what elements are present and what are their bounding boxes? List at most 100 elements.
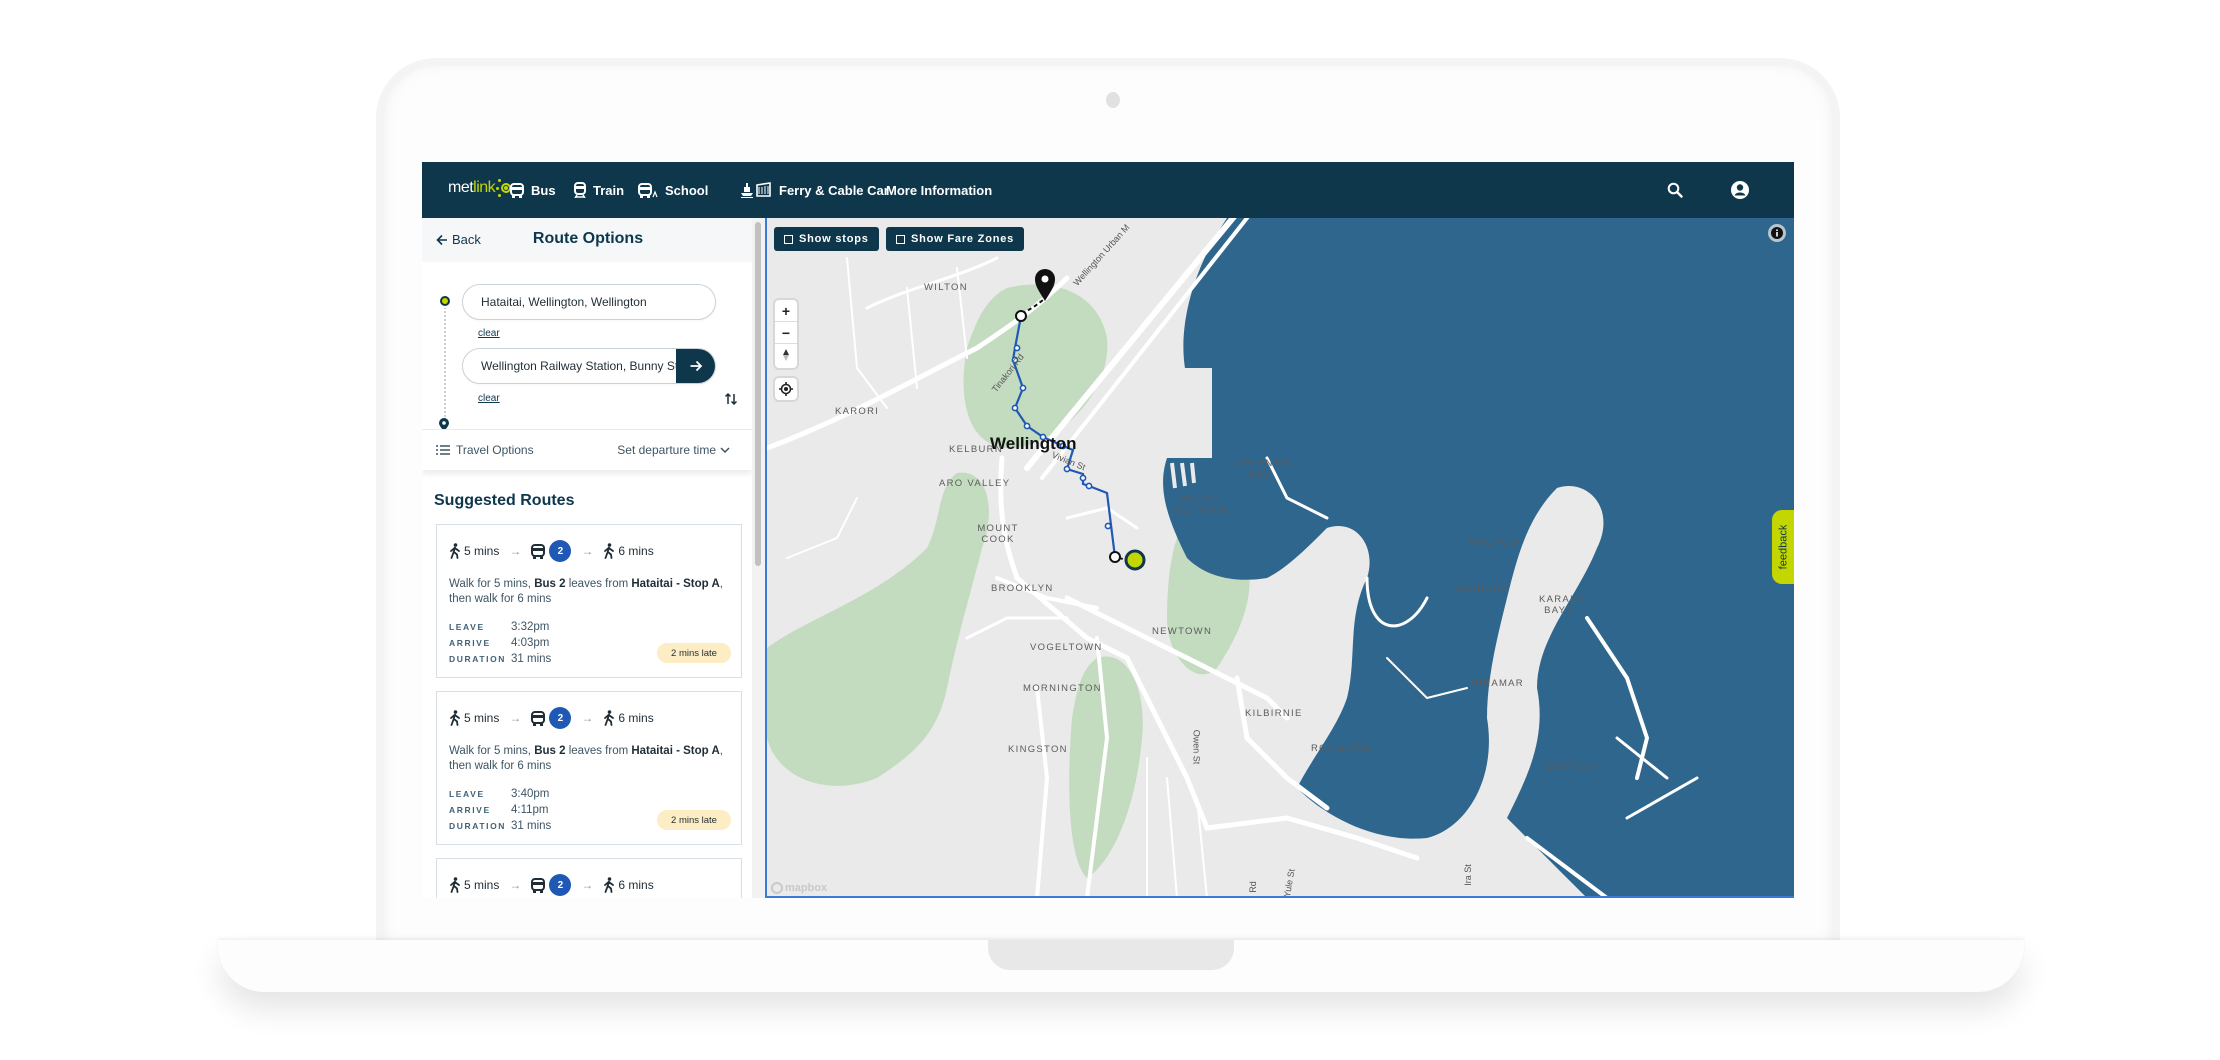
bus-stop-marker <box>1019 384 1027 392</box>
route-card[interactable]: 5 mins → 2 → 6 mins <box>436 858 742 898</box>
route-connector-line <box>444 304 446 420</box>
attribution-info-button[interactable] <box>1768 224 1786 242</box>
departure-label: Set departure time <box>617 443 716 457</box>
suburb-label: KILBIRNIE <box>1245 708 1303 719</box>
set-departure-time-dropdown[interactable]: Set departure time <box>617 443 730 457</box>
leave-time: 3:40pm <box>511 788 550 800</box>
nav-more-information[interactable]: More Information <box>886 180 992 200</box>
suburb-label: KARAKA BAYS <box>1539 594 1586 616</box>
locate-icon <box>779 382 793 396</box>
suburb-label: MOUNT COOK <box>977 523 1019 545</box>
bus-icon <box>531 710 546 726</box>
duration-label: DURATION <box>449 821 507 831</box>
clear-destination-link[interactable]: clear <box>478 393 500 404</box>
nav-bus[interactable]: Bus <box>510 180 556 200</box>
bus-stop-marker <box>1104 522 1112 530</box>
info-icon <box>1771 227 1783 239</box>
search-button[interactable] <box>1663 178 1687 202</box>
travel-options-button[interactable]: Travel Options <box>436 443 534 457</box>
suburb-label: BROOKLYN <box>991 583 1054 594</box>
bus-stop-marker <box>1011 404 1019 412</box>
route-description: Walk for 5 mins, Bus 2 leaves from Hatai… <box>449 578 723 605</box>
arrow-right-icon: → <box>581 544 594 558</box>
bus-route-badge: 2 <box>549 707 572 729</box>
suburb-label: MOUNT VICTORIA <box>1173 494 1229 516</box>
geolocate-button[interactable] <box>775 378 797 400</box>
route-times: LEAVE 3:40pm ARRIVE 4:11pm DURATION 31 mins <box>449 786 551 834</box>
wharf <box>1167 368 1212 458</box>
nav-train[interactable]: Train <box>574 180 624 200</box>
train-icon <box>574 182 586 198</box>
logo-text-suffix: link <box>473 179 496 196</box>
ferry-cable-car-icon <box>741 182 771 198</box>
map[interactable]: Wellington WILTON KARORI KELBURN ORIENTA… <box>765 218 1794 898</box>
bus-stop-marker <box>1013 344 1021 352</box>
checkbox-icon <box>784 234 793 244</box>
route-options-panel: Back Route Options Hataitai, Wellington,… <box>422 218 752 898</box>
origin-input[interactable]: Hataitai, Wellington, Wellington <box>462 284 716 320</box>
route-legs: 5 mins → 2 → 6 mins <box>449 706 654 730</box>
destination-input-value: Wellington Railway Station, Bunny St, <box>481 359 682 373</box>
metlink-logo[interactable]: met link <box>448 179 514 197</box>
suburb-label: KINGSTON <box>1008 744 1068 755</box>
travel-options-bar: Travel Options Set departure time <box>422 430 752 470</box>
leave-label: LEAVE <box>449 789 485 799</box>
bus-route-badge: 2 <box>549 874 572 896</box>
panel-scrollbar[interactable] <box>752 218 765 898</box>
destination-input[interactable]: Wellington Railway Station, Bunny St, <box>462 348 716 384</box>
walk-duration: 5 mins <box>464 711 500 725</box>
walk-icon <box>604 877 615 893</box>
map-canvas <box>767 218 1794 896</box>
leave-label: LEAVE <box>449 622 485 632</box>
zoom-in-button[interactable]: + <box>775 300 797 322</box>
walk-duration: 6 mins <box>618 711 654 725</box>
origin-marker-icon <box>440 296 450 306</box>
feedback-label: feedback <box>1777 524 1789 570</box>
laptop-notch <box>988 940 1234 970</box>
account-button[interactable] <box>1728 178 1752 202</box>
mapbox-logo[interactable]: mapbox <box>771 882 827 894</box>
suburb-label: MORNINGTON <box>1023 683 1102 694</box>
page-title: Route Options <box>532 230 644 247</box>
board-stop-marker <box>1109 551 1121 563</box>
route-card[interactable]: 5 mins → 2 → 6 mins Walk for 5 mins, Bus… <box>436 524 742 678</box>
duration-value: 31 mins <box>511 820 552 832</box>
arrow-right-icon: → <box>509 878 522 892</box>
swap-locations-icon[interactable] <box>724 392 738 406</box>
street-label: Rd <box>1247 881 1258 893</box>
nav-school-label: School <box>665 182 709 198</box>
feedback-tab[interactable]: feedback <box>1772 510 1794 584</box>
suburb-label: RONGOTAI <box>1311 743 1372 754</box>
clear-origin-link[interactable]: clear <box>478 328 500 339</box>
suburb-label: KELBURN <box>949 444 1003 455</box>
search-route-button[interactable] <box>676 349 715 383</box>
route-card[interactable]: 5 mins → 2 → 6 mins Walk for 5 mins, Bus… <box>436 691 742 845</box>
suburb-label: VOGELTOWN <box>1030 642 1103 653</box>
chevron-down-icon <box>720 447 730 454</box>
walk-duration: 6 mins <box>618 878 654 892</box>
walk-icon <box>604 710 615 726</box>
zoom-out-button[interactable]: − <box>775 322 797 344</box>
leave-time: 3:32pm <box>511 621 550 633</box>
origin-location-marker <box>1124 549 1146 571</box>
camera-dot <box>1106 92 1120 108</box>
walk-icon <box>450 710 460 726</box>
bus-icon <box>531 543 546 559</box>
compass-button[interactable] <box>775 344 797 366</box>
show-stops-toggle[interactable]: Show stops <box>774 227 879 251</box>
suburb-label: NEWTOWN <box>1152 626 1213 637</box>
show-fare-zones-toggle[interactable]: Show Fare Zones <box>886 227 1025 251</box>
nav-school[interactable]: School <box>638 180 708 200</box>
bus-stop-marker <box>1085 482 1093 490</box>
status-badge: 2 mins late <box>657 810 731 830</box>
alight-stop-marker <box>1015 310 1027 322</box>
nav-ferry-cable-car[interactable]: Ferry & Cable Car <box>740 180 889 200</box>
checkbox-icon <box>896 234 905 244</box>
status-badge: 2 mins late <box>657 643 731 663</box>
bus-icon <box>510 182 524 198</box>
suggested-routes-heading: Suggested Routes <box>434 492 575 509</box>
nav-bus-label: Bus <box>531 182 556 198</box>
travel-options-label: Travel Options <box>456 443 534 457</box>
scrollbar-thumb[interactable] <box>755 222 761 566</box>
city-label: Wellington <box>990 434 1077 453</box>
